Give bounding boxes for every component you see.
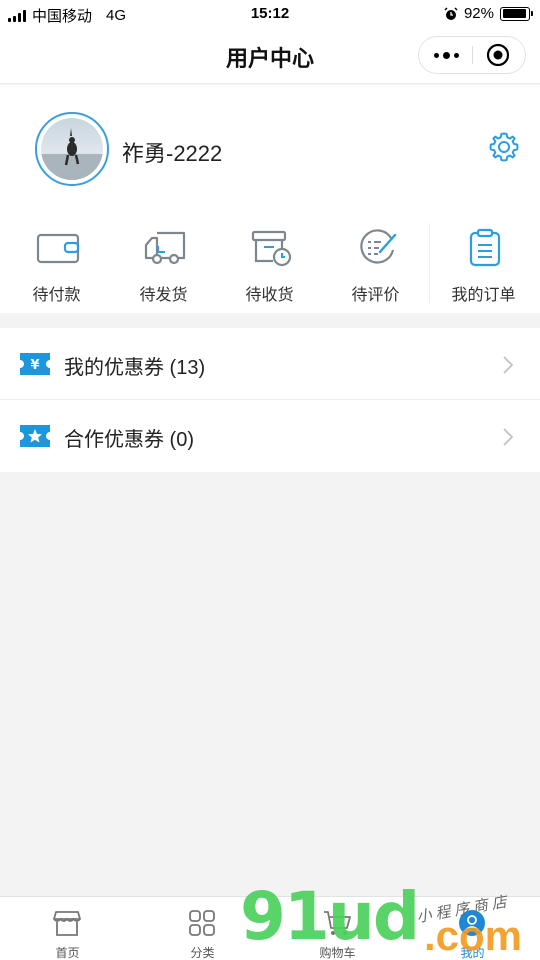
- chevron-right-icon: [503, 356, 514, 374]
- target-close-icon: [486, 43, 510, 67]
- order-shortcuts: 待付款 待发货 待收货 待评价 我的订单: [0, 213, 540, 313]
- my-orders[interactable]: 我的订单: [430, 213, 537, 313]
- package-clock-icon: [251, 230, 292, 267]
- battery-percent: 92%: [463, 5, 494, 22]
- order-label: 我的订单: [451, 287, 516, 304]
- tab-home[interactable]: 首页: [0, 897, 135, 960]
- shop-icon: [53, 911, 81, 936]
- profile-section: 祚勇-2222: [0, 85, 540, 213]
- nav-bar: 用户中心: [0, 28, 540, 84]
- alarm-icon: [444, 6, 458, 20]
- wallet-icon: [36, 233, 80, 264]
- tab-label: 分类: [190, 946, 215, 960]
- battery-fill: [502, 9, 526, 18]
- review-check-icon: [360, 229, 397, 264]
- status-right: 92%: [444, 5, 533, 22]
- coupon-list: ¥ 我的优惠券 (13) 合作优惠券 (0): [0, 328, 540, 472]
- order-pending-shipment[interactable]: 待发货: [110, 213, 217, 313]
- coupon-label: 我的优惠券 (13): [64, 357, 206, 379]
- order-pending-review[interactable]: 待评价: [322, 213, 429, 313]
- svg-text:¥: ¥: [30, 358, 39, 373]
- order-label: 待收货: [245, 287, 294, 304]
- tab-label: 首页: [55, 946, 80, 960]
- tab-label: 我的: [460, 946, 485, 960]
- yuan-ticket-icon: ¥: [20, 353, 50, 375]
- truck-icon: [144, 231, 186, 265]
- order-label: 待评价: [351, 287, 400, 304]
- username: 祚勇-2222: [122, 141, 223, 166]
- more-button[interactable]: [419, 37, 473, 73]
- bottom-tab-bar: 首页 分类 购物车 我的: [0, 896, 540, 960]
- cart-icon: [324, 911, 351, 935]
- coupon-label: 合作优惠券 (0): [64, 429, 194, 451]
- tab-category[interactable]: 分类: [135, 897, 270, 960]
- partner-coupons-row[interactable]: 合作优惠券 (0): [0, 400, 540, 472]
- settings-gear-icon[interactable]: [488, 131, 520, 163]
- tab-mine[interactable]: 我的: [405, 897, 540, 960]
- order-pending-receipt[interactable]: 待收货: [216, 213, 323, 313]
- star-ticket-icon: [20, 425, 50, 447]
- close-button[interactable]: [471, 37, 525, 73]
- chevron-right-icon: [503, 428, 514, 446]
- order-label: 待付款: [32, 287, 81, 304]
- mini-program-capsule: [418, 36, 526, 74]
- tab-label: 购物车: [319, 946, 356, 960]
- status-bar: 中国移动 4G 15:12 92%: [0, 0, 540, 28]
- battery-icon: [500, 6, 533, 21]
- user-icon: [459, 910, 485, 936]
- my-coupons-row[interactable]: ¥ 我的优惠券 (13): [0, 328, 540, 400]
- tab-cart[interactable]: 购物车: [270, 897, 405, 960]
- avatar[interactable]: [35, 112, 109, 186]
- avatar-image: [41, 118, 103, 180]
- grid-icon: [189, 910, 215, 936]
- order-pending-payment[interactable]: 待付款: [3, 213, 110, 313]
- clipboard-icon: [469, 228, 501, 267]
- order-label: 待发货: [139, 287, 188, 304]
